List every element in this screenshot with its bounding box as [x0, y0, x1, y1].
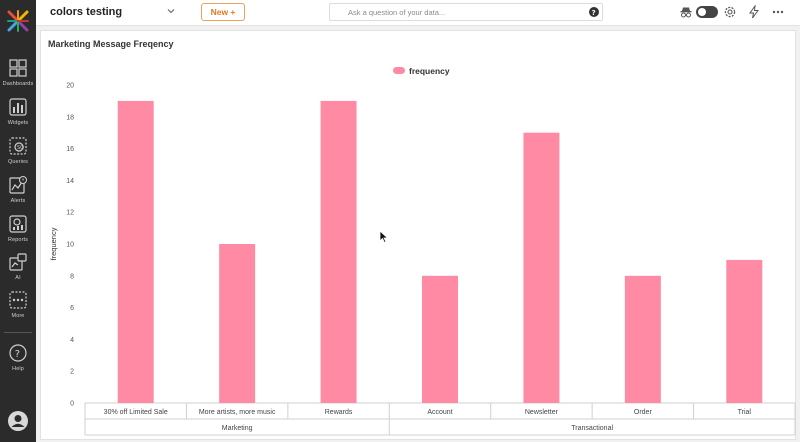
- y-axis-label: frequency: [49, 227, 58, 260]
- sidebar-item-label: Help: [12, 366, 24, 372]
- sidebar-item-help[interactable]: ? Help: [0, 343, 36, 381]
- svg-text:?: ?: [592, 9, 596, 17]
- queries-icon: SQ: [9, 137, 27, 155]
- y-tick-label: 4: [70, 337, 74, 344]
- top-bar: colors testing New + ?: [36, 0, 800, 26]
- sidebar-item-more[interactable]: More: [0, 290, 36, 328]
- chevron-down-icon[interactable]: [166, 6, 176, 16]
- sidebar-divider: [4, 332, 32, 333]
- ask-question-input[interactable]: [329, 3, 603, 21]
- incognito-icon[interactable]: [679, 5, 693, 19]
- y-tick-label: 10: [66, 242, 74, 249]
- sidebar-item-label: More: [11, 313, 25, 319]
- y-tick-label: 16: [66, 146, 74, 153]
- y-tick-label: 12: [66, 210, 74, 217]
- y-tick-label: 2: [70, 369, 74, 376]
- y-tick-label: 6: [70, 305, 74, 312]
- sidebar-item-label: Dashboards: [2, 81, 34, 87]
- question-icon[interactable]: ?: [589, 7, 599, 17]
- sidebar: Dashboards Widgets SQ Queries Alerts Rep…: [0, 0, 36, 442]
- sidebar-item-dashboards[interactable]: Dashboards: [0, 58, 36, 96]
- gear-icon[interactable]: [723, 5, 737, 19]
- x-category-label: Newsletter: [525, 409, 559, 416]
- bar[interactable]: [624, 275, 661, 403]
- x-category-label: More artists, more music: [199, 409, 276, 416]
- sidebar-item-label: Alerts: [10, 198, 26, 204]
- bar[interactable]: [117, 100, 154, 404]
- app-logo-icon[interactable]: [6, 9, 30, 33]
- y-tick-label: 14: [66, 178, 74, 185]
- sidebar-item-queries[interactable]: SQ Queries: [0, 136, 36, 174]
- x-category-label: Order: [634, 409, 653, 416]
- ai-icon: [9, 253, 27, 271]
- sidebar-item-label: Queries: [8, 159, 28, 165]
- legend-swatch[interactable]: [393, 67, 405, 74]
- widget-card: Marketing Message Freqency frequency 0 2 4 6…: [40, 30, 796, 440]
- x-group-label: Marketing: [222, 425, 253, 432]
- dashboards-icon: [9, 59, 27, 77]
- more-icon: [9, 291, 27, 309]
- dashboard-title[interactable]: colors testing: [50, 6, 122, 18]
- sidebar-item-alerts[interactable]: Alerts: [0, 175, 36, 213]
- sidebar-item-label: Widgets: [7, 120, 29, 126]
- mode-toggle[interactable]: [696, 6, 718, 18]
- x-category-label: Rewards: [325, 409, 353, 416]
- sidebar-item-reports[interactable]: Reports: [0, 214, 36, 252]
- more-options-icon[interactable]: [771, 5, 785, 19]
- mouse-cursor-icon: [379, 230, 389, 244]
- y-tick-label: 8: [70, 273, 74, 280]
- svg-text:SQ: SQ: [17, 145, 24, 151]
- x-group-label: Transactional: [571, 425, 613, 432]
- app-window: Dashboards Widgets SQ Queries Alerts Rep…: [0, 0, 800, 442]
- legend-label[interactable]: frequency: [409, 66, 450, 76]
- new-button[interactable]: New +: [201, 3, 245, 21]
- user-avatar-icon[interactable]: [7, 410, 29, 432]
- x-category-label: 30% off Limited Sale: [104, 409, 168, 416]
- sidebar-item-widgets[interactable]: Widgets: [0, 97, 36, 135]
- content-area: Marketing Message Freqency frequency 0 2 4 6…: [36, 26, 800, 442]
- toggle-knob: [698, 8, 706, 16]
- y-tick-label: 0: [70, 401, 74, 408]
- widgets-icon: [9, 98, 27, 116]
- bar-chart: frequency 0 2 4 6 8 10 12 14 16 18 20 frequency 30% o…: [49, 66, 796, 436]
- bar[interactable]: [219, 244, 256, 403]
- bar[interactable]: [422, 275, 458, 403]
- y-tick-label: 20: [66, 83, 74, 90]
- reports-icon: [9, 215, 27, 233]
- sidebar-item-label: Reports: [8, 237, 28, 243]
- x-category-label: Account: [427, 409, 452, 416]
- x-category-label: Trial: [738, 409, 752, 416]
- help-icon: ?: [9, 344, 27, 362]
- bar[interactable]: [320, 100, 357, 404]
- sidebar-item-ai[interactable]: AI: [0, 252, 36, 290]
- svg-text:?: ?: [15, 349, 20, 360]
- alerts-icon: [9, 176, 27, 194]
- y-tick-label: 18: [66, 114, 74, 121]
- sidebar-item-label: AI: [15, 275, 21, 281]
- bar[interactable]: [726, 259, 763, 403]
- bar[interactable]: [523, 132, 560, 403]
- lightning-icon[interactable]: [747, 5, 761, 19]
